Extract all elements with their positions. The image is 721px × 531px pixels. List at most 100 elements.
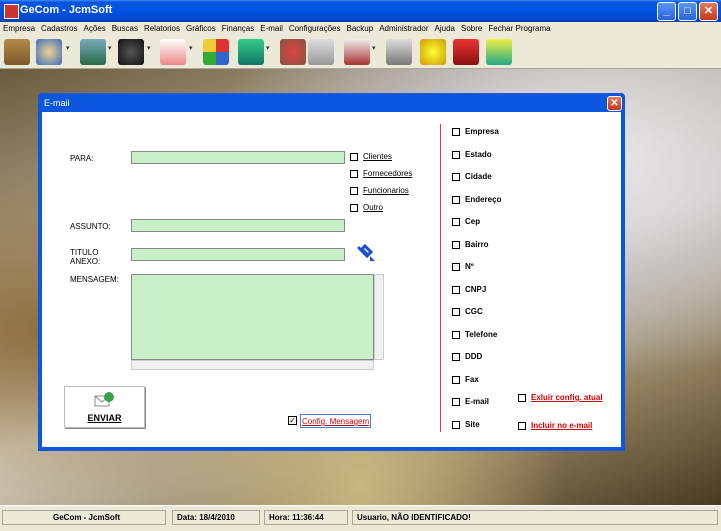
close-window-button[interactable]: ✕ xyxy=(699,2,718,21)
dialog-close-button[interactable]: ✕ xyxy=(607,96,622,111)
field-checkbox[interactable] xyxy=(452,263,460,271)
field-label: Site xyxy=(465,420,480,429)
field-label: CGC xyxy=(465,307,483,316)
printer-form-icon[interactable] xyxy=(308,39,334,65)
config-mensagem-link[interactable]: Config. Mensagem xyxy=(302,417,369,426)
para-input[interactable] xyxy=(131,151,345,164)
field-checkbox[interactable] xyxy=(452,331,460,339)
briefcase-icon[interactable] xyxy=(4,39,30,65)
menu-acoes[interactable]: Ações xyxy=(80,22,108,36)
field-checkbox[interactable] xyxy=(452,353,460,361)
calculator-icon[interactable] xyxy=(453,39,479,65)
attach-paperclip-icon[interactable] xyxy=(356,242,378,264)
menu-empresa[interactable]: Empresa xyxy=(0,22,38,36)
menu-ajuda[interactable]: Ajuda xyxy=(432,22,458,36)
document-icon[interactable] xyxy=(160,39,186,65)
menu-configuracoes[interactable]: Configurações xyxy=(286,22,344,36)
minimize-button[interactable]: _ xyxy=(657,2,676,21)
menu-buscas[interactable]: Buscas xyxy=(109,22,141,36)
window-titlebar: GeCom - JcmSoft _ □ ✕ xyxy=(0,0,721,22)
field-checkbox[interactable] xyxy=(452,173,460,181)
menu-graficos[interactable]: Gráficos xyxy=(183,22,219,36)
field-label: Nº xyxy=(465,262,474,271)
mensagem-vertical-scrollbar[interactable] xyxy=(374,274,384,360)
assunto-label: ASSUNTO: xyxy=(70,222,111,231)
menu-fechar-programa[interactable]: Fechar Programa xyxy=(485,22,553,36)
dialog-body: PARA: Clientes Fornecedores Funcionarios… xyxy=(42,112,621,447)
outro-option[interactable]: Outro xyxy=(363,203,383,212)
fornecedores-checkbox[interactable] xyxy=(350,170,358,178)
dropdown-arrow-icon[interactable]: ▾ xyxy=(372,44,378,52)
fornecedores-option[interactable]: Fornecedores xyxy=(363,169,412,178)
exclude-config-checkbox[interactable] xyxy=(518,394,526,402)
menu-administrador[interactable]: Administrador xyxy=(376,22,431,36)
menu-email[interactable]: E-mail xyxy=(257,22,286,36)
field-label: E-mail xyxy=(465,397,490,406)
menu-cadastros[interactable]: Cadastros xyxy=(38,22,80,36)
clientes-option[interactable]: Clientes xyxy=(363,152,392,161)
chart-icon[interactable] xyxy=(203,39,229,65)
enviar-label: ENVIAR xyxy=(87,413,122,423)
binoculars-icon[interactable] xyxy=(118,39,144,65)
dropdown-arrow-icon[interactable]: ▾ xyxy=(266,44,272,52)
field-label: Empresa xyxy=(465,127,499,136)
field-label: Cidade xyxy=(465,172,492,181)
vertical-divider xyxy=(440,124,441,432)
money-icon[interactable] xyxy=(238,39,264,65)
field-checkbox[interactable] xyxy=(452,376,460,384)
help-icon[interactable] xyxy=(420,39,446,65)
envelope-lock-icon[interactable] xyxy=(280,39,306,65)
cash-register-icon[interactable] xyxy=(80,39,106,65)
field-checkbox[interactable] xyxy=(452,218,460,226)
status-app: GeCom - JcmSoft xyxy=(2,510,166,525)
printer-icon[interactable] xyxy=(344,39,370,65)
mensagem-label: MENSAGEM: xyxy=(70,275,119,284)
dialog-title: E-mail xyxy=(44,98,70,108)
maximize-button[interactable]: □ xyxy=(678,2,697,21)
include-email-link[interactable]: Incluir no e-mail xyxy=(531,421,592,430)
include-email-checkbox[interactable] xyxy=(518,422,526,430)
envelope-send-icon xyxy=(93,391,114,409)
menu-relatorios[interactable]: Relatorios xyxy=(141,22,183,36)
dropdown-arrow-icon[interactable]: ▾ xyxy=(147,44,153,52)
field-label: Bairro xyxy=(465,240,489,249)
funcionarios-option[interactable]: Funcionarios xyxy=(363,186,409,195)
app-icon xyxy=(4,4,19,19)
dropdown-arrow-icon[interactable]: ▾ xyxy=(66,44,72,52)
config-mensagem-link-box[interactable]: Config. Mensagem xyxy=(300,414,372,428)
config-mensagem-checkbox[interactable]: ✓ xyxy=(288,416,297,425)
menu-sobre[interactable]: Sobre xyxy=(458,22,485,36)
dropdown-arrow-icon[interactable]: ▾ xyxy=(108,44,114,52)
mensagem-horizontal-scrollbar[interactable] xyxy=(131,360,374,370)
menu-backup[interactable]: Backup xyxy=(344,22,377,36)
field-label: Estado xyxy=(465,150,492,159)
status-bar: GeCom - JcmSoft Data: 18/4/2010 Hora: 11… xyxy=(0,505,721,531)
exclude-config-link[interactable]: Exluir config. atual xyxy=(531,393,603,402)
email-dialog: E-mail ✕ PARA: Clientes Fornecedores Fun… xyxy=(38,93,625,451)
dropdown-arrow-icon[interactable]: ▾ xyxy=(189,44,195,52)
field-checkbox[interactable] xyxy=(452,151,460,159)
para-label: PARA: xyxy=(70,154,94,163)
anexo-input[interactable] xyxy=(131,248,345,261)
status-user: Usuario, NÃO IDENTIFICADO! xyxy=(352,510,718,525)
field-checkbox[interactable] xyxy=(452,308,460,316)
enviar-button[interactable]: ENVIAR xyxy=(64,386,145,428)
field-checkbox[interactable] xyxy=(452,241,460,249)
assunto-input[interactable] xyxy=(131,219,345,232)
status-date: Data: 18/4/2010 xyxy=(172,510,260,525)
field-checkbox[interactable] xyxy=(452,286,460,294)
field-checkbox[interactable] xyxy=(452,196,460,204)
funcionarios-checkbox[interactable] xyxy=(350,187,358,195)
field-label: Fax xyxy=(465,375,479,384)
field-label: CNPJ xyxy=(465,285,487,294)
mensagem-textarea[interactable] xyxy=(131,274,374,360)
field-checkbox[interactable] xyxy=(452,421,460,429)
profile-card-icon[interactable] xyxy=(386,39,412,65)
menu-financas[interactable]: Finanças xyxy=(219,22,257,36)
exit-door-icon[interactable] xyxy=(486,39,512,65)
handshake-icon[interactable] xyxy=(36,39,62,65)
field-checkbox[interactable] xyxy=(452,128,460,136)
clientes-checkbox[interactable] xyxy=(350,153,358,161)
field-checkbox[interactable] xyxy=(452,398,460,406)
outro-checkbox[interactable] xyxy=(350,204,358,212)
